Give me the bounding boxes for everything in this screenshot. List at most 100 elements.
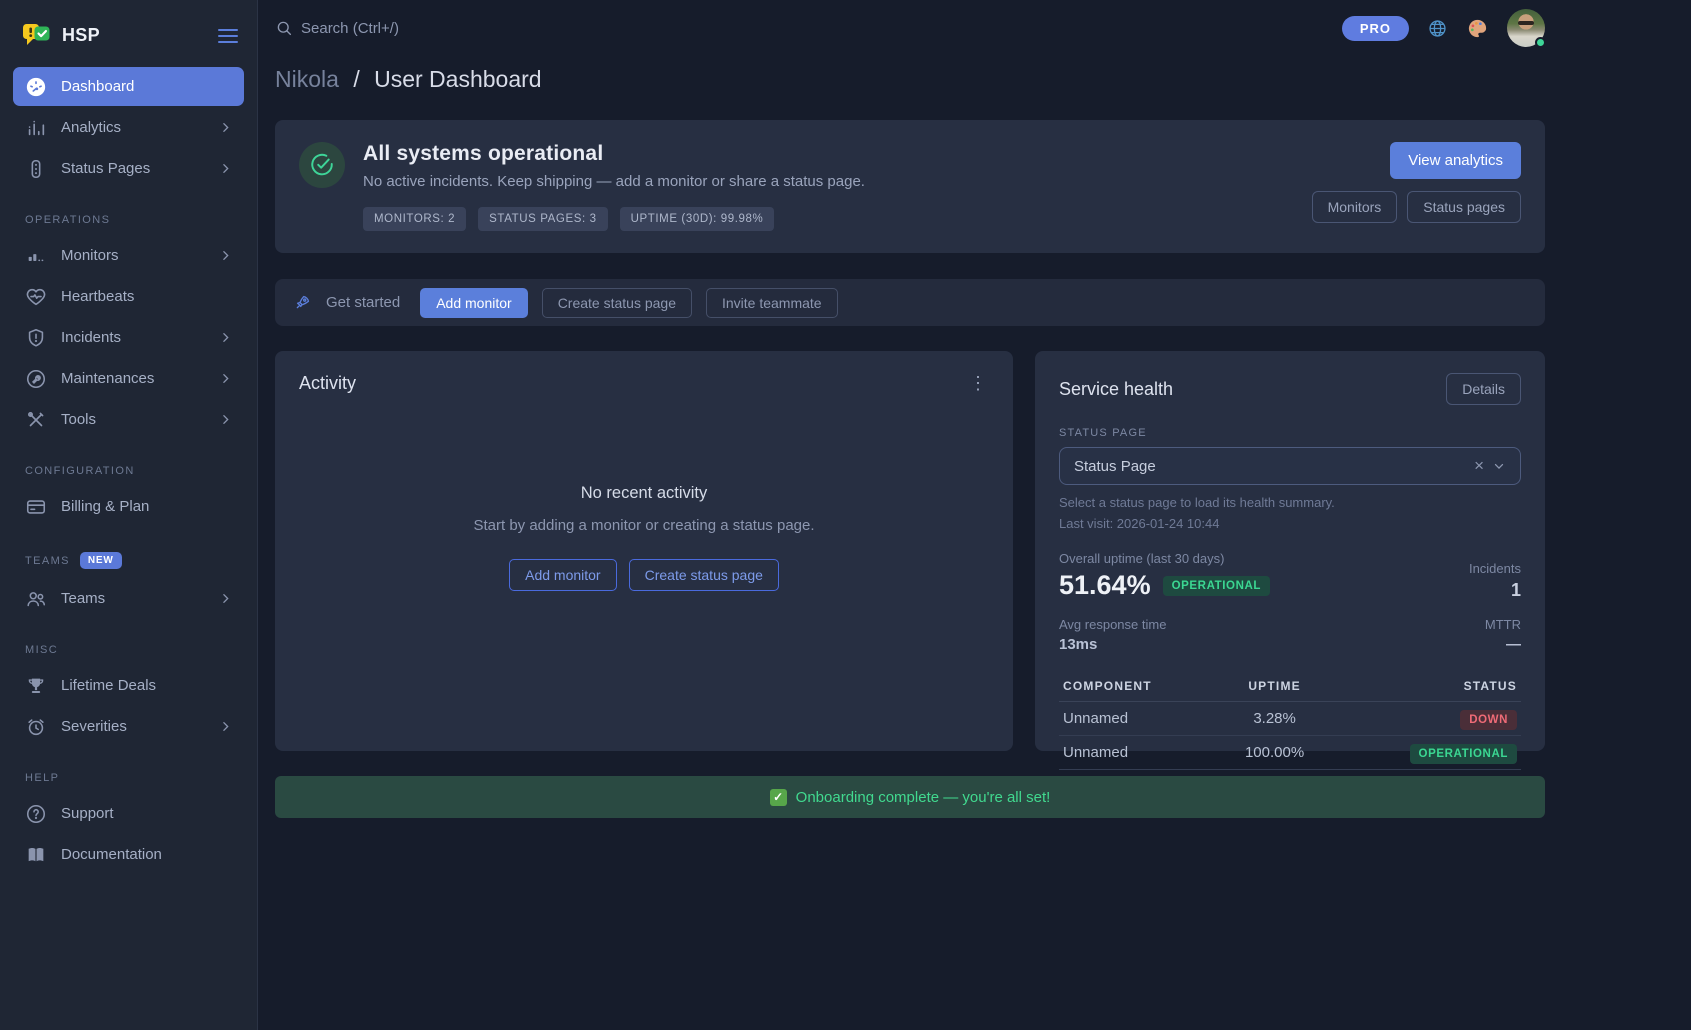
avg-response-label: Avg response time — [1059, 617, 1166, 632]
chevron-right-icon — [219, 162, 232, 175]
status-page-select-value: Status Page — [1074, 458, 1466, 475]
check-circle-icon — [299, 142, 345, 188]
details-button[interactable]: Details — [1446, 373, 1521, 405]
plan-badge[interactable]: PRO — [1342, 16, 1409, 41]
sidebar-item-label: Dashboard — [61, 78, 232, 95]
sidebar-section-teams: TEAMS NEW — [25, 552, 232, 569]
components-table: COMPONENT UPTIME STATUS Unnamed 3.28% DO… — [1059, 671, 1521, 770]
get-started-label: Get started — [326, 294, 400, 311]
status-page-label: STATUS PAGE — [1059, 427, 1521, 439]
component-uptime: 3.28% — [1219, 702, 1330, 736]
shield-alert-icon — [25, 327, 47, 349]
chevron-right-icon — [219, 331, 232, 344]
help-circle-icon — [25, 803, 47, 825]
breadcrumb-separator: / — [353, 66, 359, 92]
uptime-column-header: UPTIME — [1219, 671, 1330, 702]
sidebar-item-label: Maintenances — [61, 370, 205, 387]
sidebar-item-heartbeats[interactable]: Heartbeats — [13, 277, 244, 316]
search-icon — [275, 19, 293, 37]
global-search[interactable] — [275, 19, 1342, 37]
sidebar-item-documentation[interactable]: Documentation — [13, 835, 244, 874]
system-status-card: All systems operational No active incide… — [275, 120, 1545, 253]
bar-chart-icon — [25, 117, 47, 139]
invite-teammate-button[interactable]: Invite teammate — [706, 288, 838, 318]
breadcrumb-parent[interactable]: Nikola — [275, 66, 339, 92]
sidebar-item-label: Analytics — [61, 119, 205, 136]
empty-add-monitor-button[interactable]: Add monitor — [509, 559, 616, 591]
sidebar-item-label: Heartbeats — [61, 288, 232, 305]
empty-create-status-page-button[interactable]: Create status page — [629, 559, 779, 591]
main-content: PRO Nikola / User Dashboard — [258, 0, 1691, 1030]
sidebar-item-monitors[interactable]: Monitors — [13, 236, 244, 275]
sidebar-section-help: HELP — [25, 772, 232, 784]
chevron-right-icon — [219, 121, 232, 134]
sidebar-item-label: Documentation — [61, 846, 232, 863]
last-visit-text: Last visit: 2026-01-24 10:44 — [1059, 516, 1521, 531]
sidebar-item-status-pages[interactable]: Status Pages — [13, 149, 244, 188]
sidebar-item-support[interactable]: Support — [13, 794, 244, 833]
create-status-page-button[interactable]: Create status page — [542, 288, 692, 318]
sidebar-item-label: Lifetime Deals — [61, 677, 232, 694]
chevron-right-icon — [219, 413, 232, 426]
sidebar-item-incidents[interactable]: Incidents — [13, 318, 244, 357]
sidebar-item-label: Monitors — [61, 247, 205, 264]
column-chart-icon — [25, 245, 47, 267]
status-pages-button[interactable]: Status pages — [1407, 191, 1521, 223]
sidebar-item-label: Billing & Plan — [61, 498, 232, 515]
sidebar-item-label: Incidents — [61, 329, 205, 346]
traffic-light-icon — [25, 158, 47, 180]
status-page-select[interactable]: Status Page × — [1059, 447, 1521, 485]
table-row: Unnamed 100.00% OPERATIONAL — [1059, 736, 1521, 770]
sidebar-item-analytics[interactable]: Analytics — [13, 108, 244, 147]
topbar-actions: PRO — [1342, 9, 1545, 47]
view-analytics-button[interactable]: View analytics — [1390, 142, 1521, 179]
new-badge: NEW — [80, 552, 122, 569]
component-name: Unnamed — [1059, 702, 1219, 736]
onboarding-banner-text: Onboarding complete — you're all set! — [796, 789, 1051, 806]
sidebar-header: HSP — [0, 14, 257, 65]
check-box-icon: ✓ — [770, 789, 787, 806]
status-subtitle: No active incidents. Keep shipping — add… — [363, 173, 1312, 190]
sidebar-item-label: Teams — [61, 590, 205, 607]
trophy-icon — [25, 675, 47, 697]
avatar-detail — [1518, 21, 1534, 25]
mttr-value: — — [1485, 636, 1521, 653]
get-started-bar: Get started Add monitor Create status pa… — [275, 279, 1545, 326]
hsp-logo-icon — [22, 22, 52, 49]
app-logo[interactable]: HSP — [22, 22, 217, 49]
search-input[interactable] — [301, 20, 621, 37]
heart-pulse-icon — [25, 286, 47, 308]
breadcrumb: Nikola / User Dashboard — [275, 66, 1545, 93]
sidebar-item-lifetime-deals[interactable]: Lifetime Deals — [13, 666, 244, 705]
sidebar-item-maintenances[interactable]: Maintenances — [13, 359, 244, 398]
empty-state-subtitle: Start by adding a monitor or creating a … — [299, 517, 989, 534]
kebab-menu-icon[interactable]: ⋮ — [963, 371, 993, 396]
topbar: PRO — [275, 0, 1545, 56]
sidebar-item-label: Status Pages — [61, 160, 205, 177]
component-name: Unnamed — [1059, 736, 1219, 770]
sidebar-item-severities[interactable]: Severities — [13, 707, 244, 746]
sidebar-item-teams[interactable]: Teams — [13, 579, 244, 618]
activity-title: Activity — [299, 373, 989, 394]
theme-palette-icon[interactable] — [1466, 17, 1489, 40]
component-column-header: COMPONENT — [1059, 671, 1219, 702]
sidebar-item-dashboard[interactable]: Dashboard — [13, 67, 244, 106]
alarm-clock-icon — [25, 716, 47, 738]
empty-state-title: No recent activity — [299, 484, 989, 503]
incidents-value: 1 — [1469, 580, 1521, 601]
globe-icon[interactable] — [1427, 18, 1448, 39]
users-icon — [25, 588, 47, 610]
component-status-badge: DOWN — [1460, 710, 1517, 730]
chevron-right-icon — [219, 372, 232, 385]
menu-toggle-icon[interactable] — [217, 27, 239, 45]
sidebar-item-billing-plan[interactable]: Billing & Plan — [13, 487, 244, 526]
monitors-button[interactable]: Monitors — [1312, 191, 1398, 223]
add-monitor-button[interactable]: Add monitor — [420, 288, 527, 318]
status-title: All systems operational — [363, 142, 1312, 166]
sidebar-item-label: Support — [61, 805, 232, 822]
sidebar-item-tools[interactable]: Tools — [13, 400, 244, 439]
clear-selection-icon[interactable]: × — [1466, 456, 1492, 476]
user-avatar[interactable] — [1507, 9, 1545, 47]
table-row: Unnamed 3.28% DOWN — [1059, 702, 1521, 736]
service-health-title: Service health — [1059, 379, 1173, 400]
